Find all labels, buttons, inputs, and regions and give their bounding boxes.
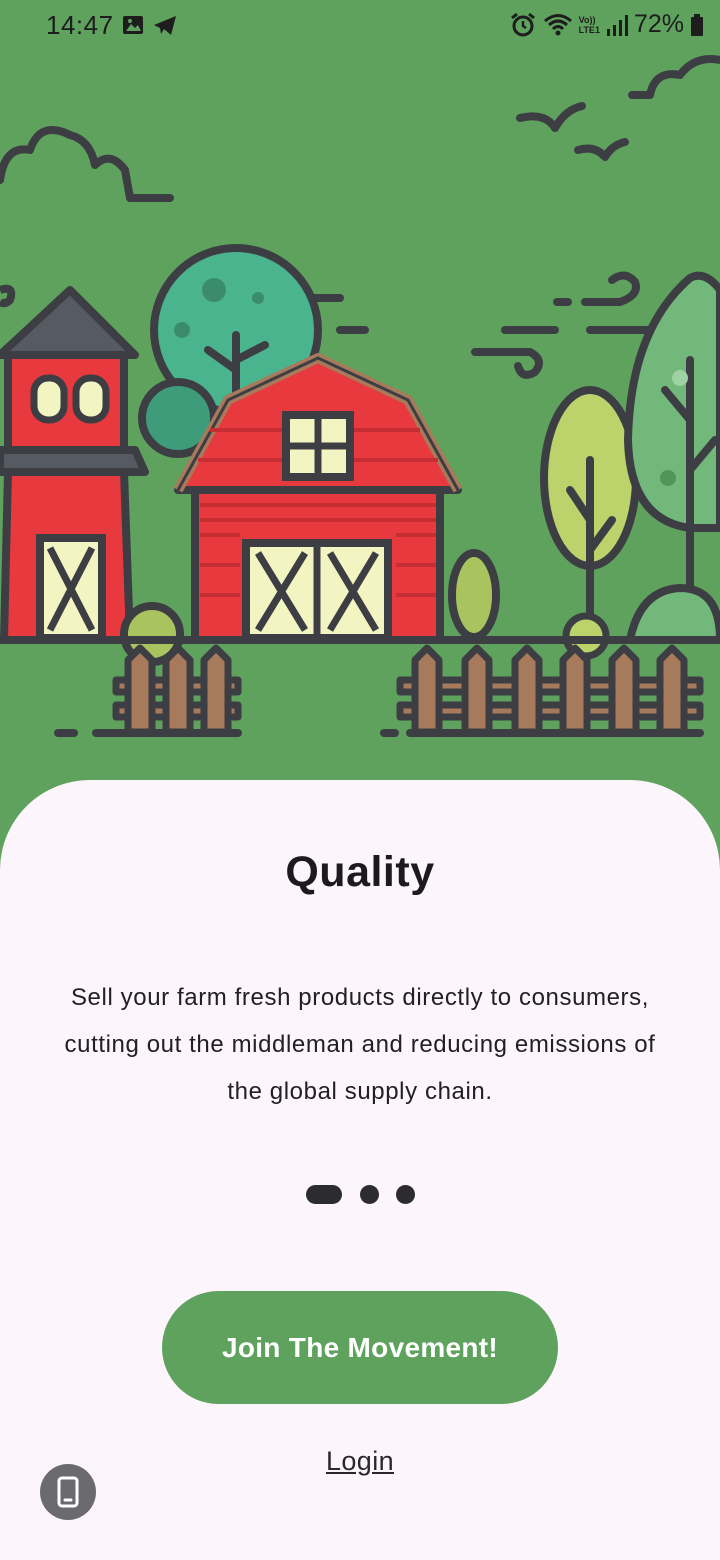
notification-icons	[122, 14, 192, 43]
page-dot-3[interactable]	[396, 1185, 415, 1204]
phone-icon	[57, 1476, 79, 1508]
alarm-icon	[510, 12, 535, 36]
page-dot-2[interactable]	[360, 1185, 379, 1204]
system-icons: Vo)) LTE1 72%	[509, 10, 704, 39]
floating-phone-button[interactable]	[40, 1464, 96, 1520]
page-dot-1[interactable]	[306, 1185, 342, 1204]
battery-icon	[691, 13, 703, 36]
hero-illustration	[0, 0, 720, 800]
status-time: 14:47	[46, 10, 114, 40]
onboarding-description: Sell your farm fresh products directly t…	[64, 984, 656, 1105]
onboarding-title: Quality	[285, 848, 435, 896]
login-link[interactable]: Login	[0, 1446, 720, 1477]
image-icon	[123, 16, 143, 34]
telegram-icon	[154, 16, 176, 35]
wifi-icon	[543, 13, 572, 35]
battery-percent: 72%	[633, 10, 684, 38]
onboarding-sheet	[0, 780, 720, 1560]
status-bar: 14:47 Vo)) LTE1 72%	[0, 0, 720, 52]
network-label: Vo)) LTE1	[578, 14, 600, 35]
farm-scene-illustration	[0, 55, 720, 737]
signal-icon	[606, 14, 628, 36]
join-movement-button[interactable]: Join The Movement!	[162, 1291, 558, 1404]
page-indicator	[0, 1183, 720, 1205]
